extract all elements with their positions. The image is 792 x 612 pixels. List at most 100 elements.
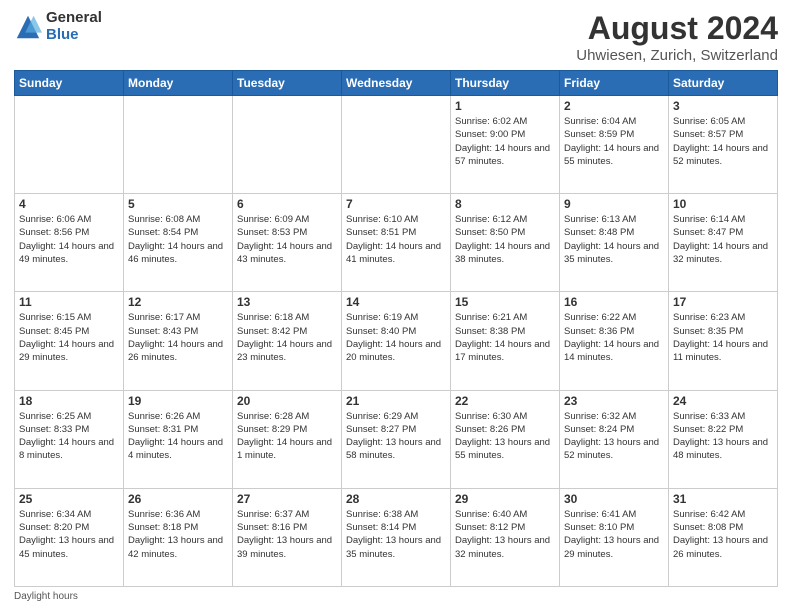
week-row-3: 18 Sunrise: 6:25 AMSunset: 8:33 PMDayligh…: [15, 390, 778, 488]
day-info: Sunrise: 6:21 AMSunset: 8:38 PMDaylight:…: [455, 311, 555, 364]
calendar-cell: 30 Sunrise: 6:41 AMSunset: 8:10 PMDayligh…: [560, 488, 669, 586]
weekday-header-thursday: Thursday: [451, 71, 560, 96]
day-number: 12: [128, 295, 228, 309]
day-info: Sunrise: 6:26 AMSunset: 8:31 PMDaylight:…: [128, 410, 228, 463]
day-info: Sunrise: 6:28 AMSunset: 8:29 PMDaylight:…: [237, 410, 337, 463]
day-number: 4: [19, 197, 119, 211]
calendar-cell: 27 Sunrise: 6:37 AMSunset: 8:16 PMDayligh…: [233, 488, 342, 586]
day-number: 29: [455, 492, 555, 506]
calendar-cell: 26 Sunrise: 6:36 AMSunset: 8:18 PMDayligh…: [124, 488, 233, 586]
day-number: 8: [455, 197, 555, 211]
calendar-body: 1 Sunrise: 6:02 AMSunset: 9:00 PMDaylight…: [15, 96, 778, 587]
day-info: Sunrise: 6:13 AMSunset: 8:48 PMDaylight:…: [564, 213, 664, 266]
day-info: Sunrise: 6:25 AMSunset: 8:33 PMDaylight:…: [19, 410, 119, 463]
day-info: Sunrise: 6:42 AMSunset: 8:08 PMDaylight:…: [673, 508, 773, 561]
location-subtitle: Uhwiesen, Zurich, Switzerland: [576, 47, 778, 64]
weekday-header-friday: Friday: [560, 71, 669, 96]
calendar-cell: 10 Sunrise: 6:14 AMSunset: 8:47 PMDayligh…: [669, 194, 778, 292]
day-number: 22: [455, 394, 555, 408]
day-number: 20: [237, 394, 337, 408]
day-number: 1: [455, 99, 555, 113]
day-info: Sunrise: 6:14 AMSunset: 8:47 PMDaylight:…: [673, 213, 773, 266]
day-number: 30: [564, 492, 664, 506]
week-row-2: 11Sunrise: 6:15 AMSunset: 8:45 PMDayligh…: [15, 292, 778, 390]
day-number: 21: [346, 394, 446, 408]
day-number: 9: [564, 197, 664, 211]
day-number: 14: [346, 295, 446, 309]
day-info: Sunrise: 6:08 AMSunset: 8:54 PMDaylight:…: [128, 213, 228, 266]
calendar-cell: 19Sunrise: 6:26 AMSunset: 8:31 PMDayligh…: [124, 390, 233, 488]
title-section: August 2024 Uhwiesen, Zurich, Switzerlan…: [576, 10, 778, 64]
weekday-header-sunday: Sunday: [15, 71, 124, 96]
calendar-cell: [15, 96, 124, 194]
page-title: August 2024: [576, 10, 778, 47]
calendar-table: SundayMondayTuesdayWednesdayThursdayFrid…: [14, 70, 778, 587]
day-number: 7: [346, 197, 446, 211]
calendar-cell: 18 Sunrise: 6:25 AMSunset: 8:33 PMDayligh…: [15, 390, 124, 488]
day-info: Sunrise: 6:04 AMSunset: 8:59 PMDaylight:…: [564, 115, 664, 168]
calendar-cell: 3Sunrise: 6:05 AMSunset: 8:57 PMDaylight…: [669, 96, 778, 194]
calendar-cell: 7 Sunrise: 6:10 AMSunset: 8:51 PMDaylight…: [342, 194, 451, 292]
calendar-cell: 28Sunrise: 6:38 AMSunset: 8:14 PMDayligh…: [342, 488, 451, 586]
day-info: Sunrise: 6:10 AMSunset: 8:51 PMDaylight:…: [346, 213, 446, 266]
day-info: Sunrise: 6:12 AMSunset: 8:50 PMDaylight:…: [455, 213, 555, 266]
week-row-1: 4Sunrise: 6:06 AMSunset: 8:56 PMDaylight…: [15, 194, 778, 292]
day-info: Sunrise: 6:40 AMSunset: 8:12 PMDaylight:…: [455, 508, 555, 561]
day-number: 6: [237, 197, 337, 211]
day-number: 2: [564, 99, 664, 113]
day-info: Sunrise: 6:32 AMSunset: 8:24 PMDaylight:…: [564, 410, 664, 463]
calendar-cell: 17Sunrise: 6:23 AMSunset: 8:35 PMDayligh…: [669, 292, 778, 390]
calendar-cell: 4Sunrise: 6:06 AMSunset: 8:56 PMDaylight…: [15, 194, 124, 292]
header: General Blue August 2024 Uhwiesen, Zuric…: [14, 10, 778, 64]
calendar-cell: 16Sunrise: 6:22 AMSunset: 8:36 PMDayligh…: [560, 292, 669, 390]
day-number: 5: [128, 197, 228, 211]
day-info: Sunrise: 6:36 AMSunset: 8:18 PMDaylight:…: [128, 508, 228, 561]
day-info: Sunrise: 6:15 AMSunset: 8:45 PMDaylight:…: [19, 311, 119, 364]
day-info: Sunrise: 6:34 AMSunset: 8:20 PMDaylight:…: [19, 508, 119, 561]
calendar-cell: 23 Sunrise: 6:32 AMSunset: 8:24 PMDayligh…: [560, 390, 669, 488]
calendar-cell: 15 Sunrise: 6:21 AMSunset: 8:38 PMDayligh…: [451, 292, 560, 390]
day-number: 16: [564, 295, 664, 309]
footer-note: Daylight hours: [14, 591, 778, 602]
calendar-cell: 22Sunrise: 6:30 AMSunset: 8:26 PMDayligh…: [451, 390, 560, 488]
page: General Blue August 2024 Uhwiesen, Zuric…: [0, 0, 792, 612]
day-info: Sunrise: 6:19 AMSunset: 8:40 PMDaylight:…: [346, 311, 446, 364]
calendar-cell: 20 Sunrise: 6:28 AMSunset: 8:29 PMDayligh…: [233, 390, 342, 488]
weekday-header-monday: Monday: [124, 71, 233, 96]
week-row-4: 25Sunrise: 6:34 AMSunset: 8:20 PMDayligh…: [15, 488, 778, 586]
day-info: Sunrise: 6:17 AMSunset: 8:43 PMDaylight:…: [128, 311, 228, 364]
day-number: 23: [564, 394, 664, 408]
calendar-cell: 8 Sunrise: 6:12 AMSunset: 8:50 PMDaylight…: [451, 194, 560, 292]
day-info: Sunrise: 6:29 AMSunset: 8:27 PMDaylight:…: [346, 410, 446, 463]
day-number: 13: [237, 295, 337, 309]
day-number: 17: [673, 295, 773, 309]
day-number: 31: [673, 492, 773, 506]
day-number: 18: [19, 394, 119, 408]
calendar-cell: [233, 96, 342, 194]
weekday-header-saturday: Saturday: [669, 71, 778, 96]
day-number: 10: [673, 197, 773, 211]
calendar-cell: 5 Sunrise: 6:08 AMSunset: 8:54 PMDaylight…: [124, 194, 233, 292]
calendar-cell: 13Sunrise: 6:18 AMSunset: 8:42 PMDayligh…: [233, 292, 342, 390]
day-number: 15: [455, 295, 555, 309]
weekday-header-wednesday: Wednesday: [342, 71, 451, 96]
calendar-cell: 9 Sunrise: 6:13 AMSunset: 8:48 PMDaylight…: [560, 194, 669, 292]
calendar-cell: 14 Sunrise: 6:19 AMSunset: 8:40 PMDayligh…: [342, 292, 451, 390]
day-info: Sunrise: 6:38 AMSunset: 8:14 PMDaylight:…: [346, 508, 446, 561]
calendar-cell: 2 Sunrise: 6:04 AMSunset: 8:59 PMDaylight…: [560, 96, 669, 194]
calendar-cell: 12 Sunrise: 6:17 AMSunset: 8:43 PMDayligh…: [124, 292, 233, 390]
day-info: Sunrise: 6:02 AMSunset: 9:00 PMDaylight:…: [455, 115, 555, 168]
day-info: Sunrise: 6:41 AMSunset: 8:10 PMDaylight:…: [564, 508, 664, 561]
day-info: Sunrise: 6:05 AMSunset: 8:57 PMDaylight:…: [673, 115, 773, 168]
calendar-cell: 29 Sunrise: 6:40 AMSunset: 8:12 PMDayligh…: [451, 488, 560, 586]
day-number: 26: [128, 492, 228, 506]
day-number: 27: [237, 492, 337, 506]
calendar-cell: 6Sunrise: 6:09 AMSunset: 8:53 PMDaylight…: [233, 194, 342, 292]
logo-blue-text: Blue: [46, 27, 102, 44]
logo: General Blue: [14, 10, 102, 43]
day-info: Sunrise: 6:33 AMSunset: 8:22 PMDaylight:…: [673, 410, 773, 463]
calendar-header: SundayMondayTuesdayWednesdayThursdayFrid…: [15, 71, 778, 96]
logo-general-text: General: [46, 10, 102, 27]
day-number: 24: [673, 394, 773, 408]
day-info: Sunrise: 6:37 AMSunset: 8:16 PMDaylight:…: [237, 508, 337, 561]
